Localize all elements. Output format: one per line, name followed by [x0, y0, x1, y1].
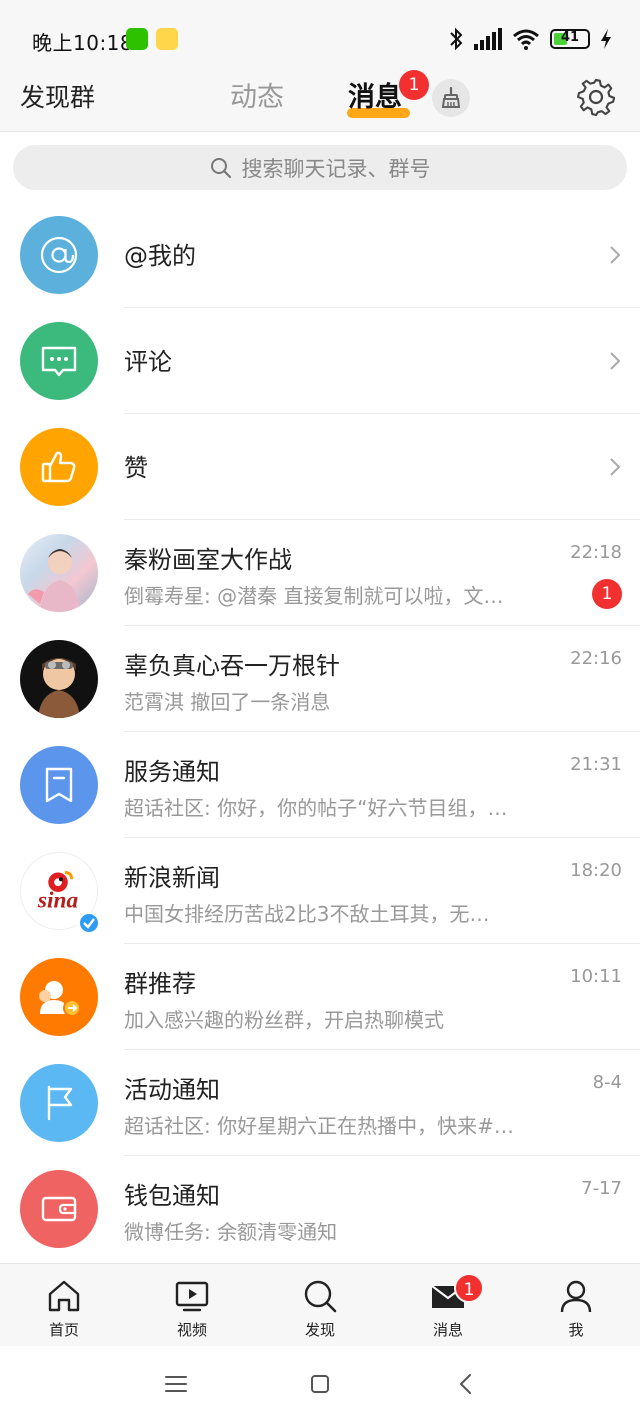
at-icon: [20, 216, 98, 294]
list-item-group-recommend[interactable]: 群推荐 加入感兴趣的粉丝群，开启热聊模式 10:11: [0, 944, 640, 1050]
list-item-preview: 超话社区: 你好星期六正在热播中，快来#…: [124, 1114, 514, 1138]
list-item-title: 秦粉画室大作战: [124, 546, 292, 574]
signal-icon: [474, 28, 502, 50]
messages-tab-badge: 1: [399, 70, 429, 100]
list-item-title: 活动通知: [124, 1076, 220, 1104]
list-item-preview: 范霄淇 撤回了一条消息: [124, 690, 331, 714]
list-item-title: 新浪新闻: [124, 864, 220, 892]
wallet-icon: [20, 1170, 98, 1248]
home-button-icon[interactable]: [306, 1370, 334, 1398]
recent-apps-icon[interactable]: [162, 1370, 190, 1398]
discover-groups-button[interactable]: 发现群: [20, 80, 95, 116]
list-item-time: 10:11: [570, 966, 622, 987]
list-item-wallet-notice[interactable]: 钱包通知 微博任务: 余额清零通知 7-17: [0, 1156, 640, 1262]
status-bar: 晚上10:18 41: [0, 0, 640, 80]
nav-profile[interactable]: 我: [526, 1264, 626, 1347]
chevron-right-icon: [610, 458, 621, 476]
list-item-title: 服务通知: [124, 758, 220, 786]
charging-icon: [601, 29, 611, 49]
list-item-likes[interactable]: 赞: [0, 414, 640, 520]
nav-home[interactable]: 首页: [14, 1264, 114, 1347]
verified-badge-icon: [78, 912, 100, 934]
nav-video[interactable]: 视频: [142, 1264, 242, 1347]
list-item-preview: 中国女排经历苦战2比3不敌土耳其，无…: [124, 902, 490, 926]
list-item-title: 辜负真心吞一万根针: [124, 652, 340, 680]
list-item-service-notice[interactable]: 服务通知 超话社区: 你好，你的帖子“好六节目组，… 21:31: [0, 732, 640, 838]
battery-level: 41: [560, 30, 580, 45]
list-item-preview: 微博任务: 余额清零通知: [124, 1220, 338, 1244]
settings-gear-icon[interactable]: [577, 77, 615, 117]
list-item-preview: 超话社区: 你好，你的帖子“好六节目组，…: [124, 796, 508, 820]
list-item-activity-notice[interactable]: 活动通知 超话社区: 你好星期六正在热播中，快来#… 8-4: [0, 1050, 640, 1156]
list-item-group-chat[interactable]: 秦粉画室大作战 倒霉寿星: @潜秦 直接复制就可以啦，文… 22:18 1: [0, 520, 640, 626]
tab-messages[interactable]: 消息: [348, 80, 402, 116]
wifi-icon: [513, 29, 539, 50]
status-icons: 41: [448, 26, 612, 52]
list-item-comments[interactable]: 评论: [0, 308, 640, 414]
nav-label: 发现: [304, 1321, 335, 1339]
group-avatar: [20, 640, 98, 718]
chevron-right-icon: [610, 246, 621, 264]
status-time: 晚上10:18: [32, 31, 134, 55]
list-item-title: 群推荐: [124, 970, 196, 998]
group-icon: [20, 958, 98, 1036]
list-item-time: 18:20: [570, 860, 622, 881]
comment-icon: [20, 322, 98, 400]
bookmark-icon: [20, 746, 98, 824]
nav-label: 首页: [48, 1321, 79, 1339]
broom-icon: [441, 87, 461, 108]
list-item-group-chat[interactable]: 辜负真心吞一万根针 范霄淇 撤回了一条消息 22:16: [0, 626, 640, 732]
search-placeholder: 搜索聊天记录、群号: [241, 156, 431, 181]
list-item-time: 22:16: [570, 648, 622, 669]
bluetooth-icon: [450, 27, 463, 51]
wechat-notification-icon: [126, 28, 148, 50]
nav-discover[interactable]: 发现: [270, 1264, 370, 1347]
home-icon: [48, 1280, 80, 1312]
list-item-sina-news[interactable]: sina 新浪新闻 中国女排经历苦战2比3不敌土耳其，无… 18:20: [0, 838, 640, 944]
messages-nav-badge: 1: [454, 1273, 484, 1303]
group-avatar: [20, 534, 98, 612]
bottom-tab-bar: 首页 视频 发现 1 消息 我: [0, 1263, 640, 1346]
top-header: 发现群 动态 消息 1: [0, 70, 640, 132]
list-item-preview: 倒霉寿星: @潜秦 直接复制就可以啦，文…: [124, 584, 504, 608]
discover-icon: [304, 1280, 337, 1313]
nav-label: 我: [568, 1321, 584, 1339]
list-item-title: 钱包通知: [124, 1182, 220, 1210]
thumbs-up-icon: [20, 428, 98, 506]
flag-icon: [20, 1064, 98, 1142]
video-icon: [175, 1281, 209, 1312]
list-item-mentions[interactable]: @我的: [0, 202, 640, 308]
list-item-time: 22:18: [570, 542, 622, 563]
profile-icon: [560, 1280, 592, 1313]
svg-text:sina: sina: [37, 888, 79, 914]
list-item-time: 21:31: [570, 754, 622, 775]
list-item-time: 7-17: [581, 1178, 622, 1199]
nav-label: 消息: [432, 1321, 463, 1339]
weibo-notification-icon: [156, 28, 178, 50]
back-button-icon[interactable]: [452, 1370, 480, 1398]
list-item-preview: 加入感兴趣的粉丝群，开启热聊模式: [124, 1008, 444, 1032]
nav-messages[interactable]: 1 消息: [398, 1264, 498, 1347]
list-item-time: 8-4: [592, 1072, 622, 1093]
clear-unread-button[interactable]: [432, 79, 470, 117]
battery-icon: 41: [550, 29, 590, 49]
search-bar[interactable]: 搜索聊天记录、群号: [13, 145, 627, 190]
tab-dongtai[interactable]: 动态: [230, 80, 284, 116]
system-nav-bar: [0, 1346, 640, 1422]
unread-badge: 1: [592, 579, 622, 609]
nav-label: 视频: [176, 1321, 207, 1339]
list-item-title: @我的: [124, 242, 196, 270]
list-item-title: 赞: [124, 454, 148, 482]
list-item-title: 评论: [124, 348, 172, 376]
chevron-right-icon: [610, 352, 621, 370]
search-icon: [210, 157, 231, 178]
message-list: @我的 评论 赞 秦粉画室大作战 倒霉寿星: @潜秦 直接复制就可以啦，文… 2…: [0, 202, 640, 1262]
